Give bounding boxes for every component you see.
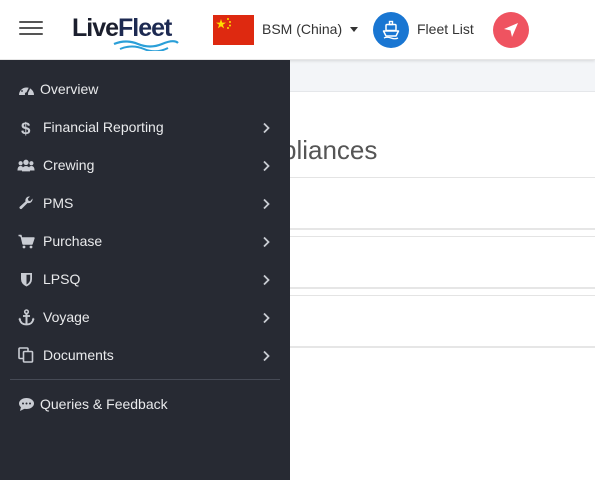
sidebar-item-overview[interactable]: Overview [0,72,290,106]
china-flag-icon [213,15,254,45]
sidebar-item-label: Documents [43,347,114,363]
divider [290,177,595,178]
shield-icon [17,271,35,287]
sidebar-item-label: Voyage [43,309,90,325]
company-selector[interactable]: BSM (China) [262,21,359,37]
panel-border [290,236,595,237]
sidebar-item-financial-reporting[interactable]: $ Financial Reporting [0,110,290,144]
chevron-right-icon [263,274,270,286]
sidebar-item-label: Financial Reporting [43,119,164,135]
sidebar-item-label: Purchase [43,233,103,249]
page-title: pliances [282,135,378,165]
documents-icon [17,347,35,363]
chevron-right-icon [263,160,270,172]
panel-border [290,287,595,289]
ship-icon [382,20,400,40]
sidebar-item-pms[interactable]: PMS [0,186,290,220]
sidebar-item-crewing[interactable]: Crewing [0,148,290,182]
anchor-icon [17,308,35,325]
sidebar-item-documents[interactable]: Documents [0,338,290,372]
hamburger-menu-icon[interactable] [19,21,43,37]
sidebar-item-queries-feedback[interactable]: Queries & Feedback [0,387,290,421]
panel-border [290,295,595,296]
fleet-ship-button[interactable] [373,12,409,48]
dollar-icon: $ [17,119,35,136]
top-navbar: LiveFleet BSM (China) Fleet List [0,0,595,60]
wrench-icon [17,195,35,211]
sidebar-item-voyage[interactable]: Voyage [0,300,290,334]
chevron-right-icon [263,122,270,134]
navigation-button[interactable] [493,12,529,48]
caret-down-icon [350,26,359,32]
chevron-right-icon [263,312,270,324]
sidebar-menu: Overview $ Financial Reporting Crewing P… [0,60,290,480]
sidebar-item-label: LPSQ [43,271,81,287]
cart-icon [17,233,35,249]
chevron-right-icon [263,350,270,362]
livefleet-logo[interactable]: LiveFleet [72,12,182,54]
fleet-list-link[interactable]: Fleet List [417,21,474,37]
users-icon [17,157,35,173]
sidebar-item-label: Crewing [43,157,95,173]
sidebar-item-label: PMS [43,195,74,211]
sidebar-item-lpsq[interactable]: LPSQ [0,262,290,296]
chevron-right-icon [263,236,270,248]
panel-border [290,346,595,348]
comments-icon [17,396,35,412]
sidebar-item-purchase[interactable]: Purchase [0,224,290,258]
panel-border [290,228,595,230]
sidebar-divider [10,379,280,380]
svg-text:$: $ [21,119,31,136]
company-label: BSM (China) [262,21,343,37]
chevron-right-icon [263,198,270,210]
logo-wave-icon [113,40,179,51]
dashboard-icon [17,81,35,97]
location-arrow-icon [504,23,518,37]
sidebar-item-label: Overview [40,81,99,97]
sidebar-item-label: Queries & Feedback [40,396,168,412]
